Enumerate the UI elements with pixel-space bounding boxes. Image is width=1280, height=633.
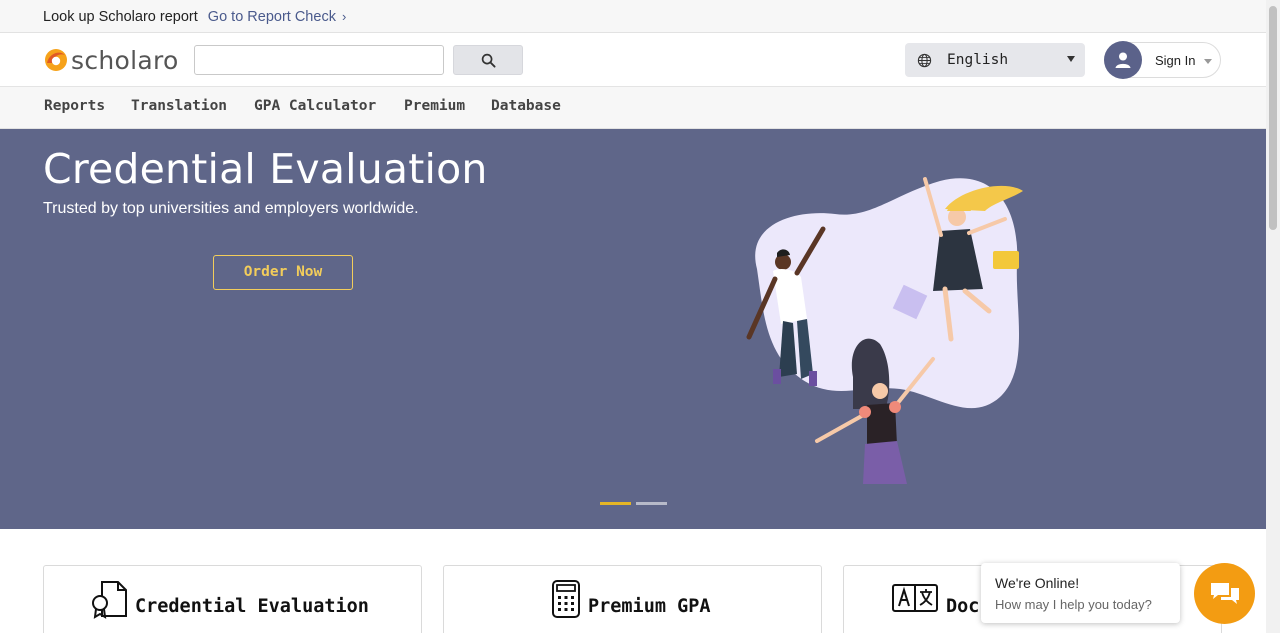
page: Look up Scholaro report Go to Report Che… [0,0,1280,633]
carousel-dot-2[interactable] [636,502,667,505]
chevron-down-icon [1204,59,1212,64]
main-nav: Reports Translation GPA Calculator Premi… [0,87,1266,129]
globe-icon [917,53,932,67]
card-title: Credential Evaluation [135,596,369,617]
chat-launcher-button[interactable] [1194,563,1255,624]
search-icon [481,53,496,68]
lookup-text: Look up Scholaro report [43,9,198,25]
hero-carousel: Credential Evaluation Trusted by top uni… [0,129,1266,529]
nav-item-gpa-calculator[interactable]: GPA Calculator [254,87,376,127]
sign-in-label: Sign In [1155,53,1196,68]
dropdown-caret-icon [1067,56,1075,62]
card-title: Doc [946,596,980,617]
credential-evaluation-card[interactable]: Credential Evaluation [43,565,422,633]
avatar [1104,41,1142,79]
premium-gpa-card[interactable]: Premium GPA [443,565,822,633]
chat-greeting-bubble[interactable]: We're Online! How may I help you today? [981,563,1180,623]
order-now-button[interactable]: Order Now [213,255,353,290]
nav-item-premium[interactable]: Premium [404,87,465,127]
report-check-label: Go to Report Check [207,9,336,25]
hero-title: Credential Evaluation [43,145,488,193]
site-header: scholaro English Sign In [0,33,1266,87]
hero-subtitle: Trusted by top universities and employer… [43,200,419,217]
chevron-right-icon: › [341,9,347,24]
search-input[interactable] [194,45,444,75]
search-button[interactable] [453,45,523,75]
certificate-document-icon [92,581,127,619]
chat-icon [1210,582,1239,604]
nav-item-translation[interactable]: Translation [131,87,227,127]
logo-mark-icon [45,49,67,71]
scrollbar-thumb[interactable] [1269,6,1277,230]
chat-subtitle: How may I help you today? [995,597,1152,612]
user-icon [1115,52,1131,68]
chat-title: We're Online! [995,575,1080,591]
report-lookup-bar: Look up Scholaro report Go to Report Che… [0,0,1266,33]
language-selected-value: English [947,52,1009,68]
calculator-icon [552,580,580,618]
carousel-dot-1[interactable] [600,502,631,505]
report-check-link[interactable]: Go to Report Check › [208,9,347,25]
logo-text: scholaro [71,45,179,75]
nav-item-reports[interactable]: Reports [44,87,105,127]
scholaro-logo[interactable]: scholaro [43,43,179,77]
page-scrollbar[interactable] [1266,0,1280,633]
nav-item-database[interactable]: Database [491,87,561,127]
card-title: Premium GPA [588,596,711,617]
language-select[interactable]: English [905,43,1085,77]
sign-in-button[interactable]: Sign In [1104,41,1221,79]
translate-icon [892,584,938,612]
celebrating-people-illustration [746,177,1023,484]
